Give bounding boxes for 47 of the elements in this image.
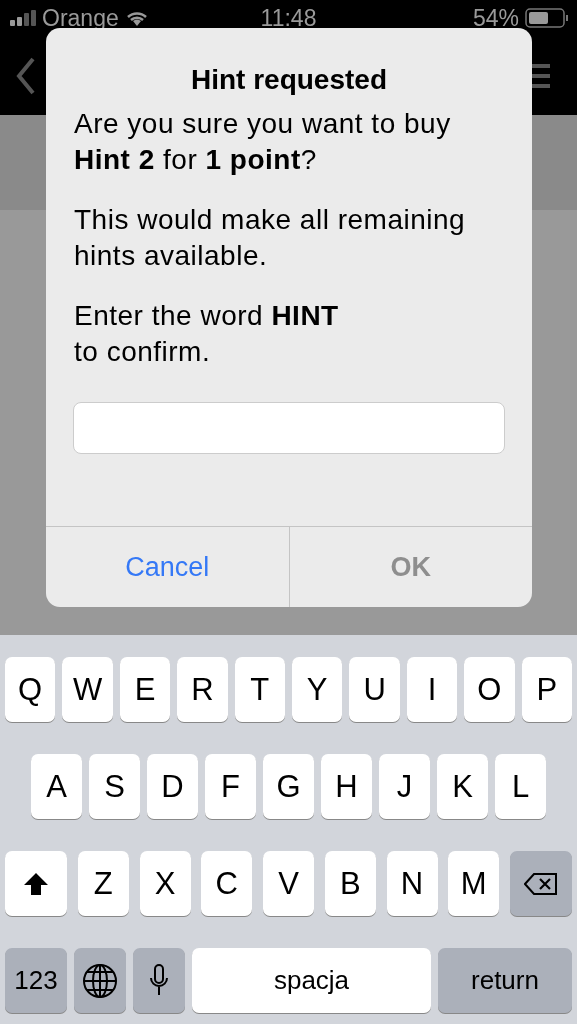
letter-key[interactable]: A bbox=[31, 754, 82, 819]
dialog-message: Enter the word HINT to confirm. bbox=[74, 299, 340, 369]
letter-key[interactable]: E bbox=[119, 657, 171, 722]
letter-key[interactable]: Q bbox=[4, 657, 56, 722]
letter-key[interactable]: V bbox=[263, 851, 314, 916]
letter-key[interactable]: J bbox=[379, 754, 430, 819]
globe-key[interactable] bbox=[74, 948, 126, 1013]
letter-key[interactable]: C bbox=[201, 851, 253, 916]
letter-key[interactable]: W bbox=[62, 657, 113, 722]
carrier-name: Orange bbox=[42, 4, 119, 32]
letter-key[interactable]: S bbox=[89, 754, 140, 819]
letter-key[interactable]: G bbox=[263, 754, 314, 819]
dialog-message: This would make all remaining hints available. bbox=[74, 203, 467, 273]
shift-key[interactable] bbox=[5, 851, 67, 916]
letter-key[interactable]: Z bbox=[77, 851, 129, 916]
letter-key[interactable]: O bbox=[464, 657, 515, 722]
microphone-key[interactable] bbox=[133, 948, 185, 1013]
space-key[interactable]: spacja bbox=[192, 948, 431, 1013]
letter-key[interactable]: I bbox=[406, 657, 458, 722]
letter-key[interactable]: Y bbox=[292, 657, 343, 722]
letter-key[interactable]: F bbox=[205, 754, 256, 819]
letter-key[interactable]: H bbox=[321, 754, 372, 819]
letter-key[interactable]: K bbox=[437, 754, 488, 819]
letter-key[interactable]: D bbox=[147, 754, 198, 819]
letter-key[interactable]: N bbox=[386, 851, 438, 916]
letter-key[interactable]: B bbox=[324, 851, 376, 916]
numbers-key[interactable]: 123 bbox=[5, 948, 67, 1013]
letter-key[interactable]: X bbox=[139, 851, 191, 916]
clock-time: 11:48 bbox=[260, 4, 317, 32]
globe-icon bbox=[82, 962, 118, 999]
backspace-key[interactable] bbox=[510, 851, 572, 916]
back-icon[interactable] bbox=[16, 56, 36, 95]
letter-key[interactable]: P bbox=[521, 657, 573, 722]
signal-icon bbox=[10, 10, 36, 26]
letter-key[interactable]: R bbox=[177, 657, 228, 722]
dialog-title: Hint requested bbox=[190, 64, 388, 96]
letter-key[interactable]: L bbox=[495, 754, 546, 819]
arrow-up-icon bbox=[23, 871, 49, 896]
letter-key[interactable]: U bbox=[349, 657, 400, 722]
letter-key[interactable]: M bbox=[448, 851, 500, 916]
backspace-icon bbox=[524, 871, 558, 896]
dialog-message: Are you sure you want to buy Hint 2 for 1 point? bbox=[74, 107, 452, 177]
battery-icon bbox=[525, 8, 569, 28]
return-key[interactable]: return bbox=[438, 948, 572, 1013]
letter-key[interactable]: T bbox=[234, 657, 285, 722]
battery-percent: 54% bbox=[472, 4, 519, 32]
input-field[interactable] bbox=[73, 402, 505, 454]
